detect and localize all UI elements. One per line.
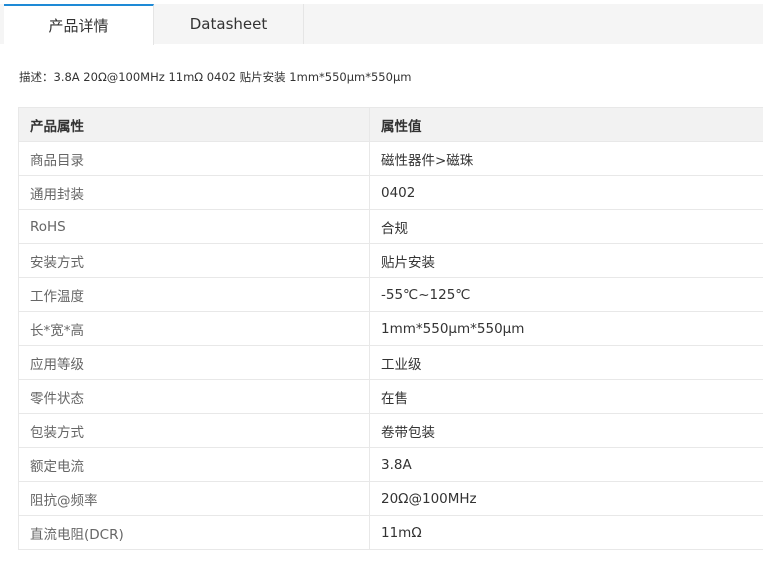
- attribute-value-cell: 贴片安装: [369, 243, 763, 278]
- header-attribute-name: 产品属性: [18, 107, 370, 142]
- attribute-value-cell: 0402: [369, 175, 763, 210]
- table-row: 长*宽*高 1mm*550μm*550μm: [18, 311, 763, 346]
- table-row: 商品目录 磁性器件>磁珠: [18, 141, 763, 176]
- description-text: 3.8A 20Ω@100MHz 11mΩ 0402 贴片安装 1mm*550μm…: [53, 70, 412, 84]
- table-row: 额定电流 3.8A: [18, 447, 763, 482]
- table-row: 工作温度 -55℃~125℃: [18, 277, 763, 312]
- table-header-row: 产品属性 属性值: [18, 107, 763, 142]
- tab-product-details[interactable]: 产品详情: [4, 4, 154, 45]
- attribute-value-cell: 11mΩ: [369, 515, 763, 550]
- table-row: 应用等级 工业级: [18, 345, 763, 380]
- attribute-value-cell: 卷带包装: [369, 413, 763, 448]
- attribute-name-cell: 包装方式: [18, 413, 370, 448]
- header-attribute-value: 属性值: [369, 107, 763, 142]
- table-row: 直流电阻(DCR) 11mΩ: [18, 515, 763, 550]
- tab-datasheet[interactable]: Datasheet: [154, 4, 304, 44]
- description-label: 描述：: [19, 70, 54, 84]
- table-row: 零件状态 在售: [18, 379, 763, 414]
- table-row: RoHS 合规: [18, 209, 763, 244]
- attribute-value-cell: 3.8A: [369, 447, 763, 482]
- table-body: 商品目录 磁性器件>磁珠 通用封装 0402 RoHS 合规 安装方式 贴片安装 工作温度 -55…: [18, 141, 763, 550]
- attribute-name-cell: 长*宽*高: [18, 311, 370, 346]
- tab-bar-filler: [304, 4, 763, 44]
- attribute-value-cell: 磁性器件>磁珠: [369, 141, 763, 176]
- attribute-value-cell: 1mm*550μm*550μm: [369, 311, 763, 346]
- tab-datasheet-label: Datasheet: [189, 15, 268, 33]
- attribute-name-cell: RoHS: [18, 209, 370, 244]
- attribute-name-cell: 工作温度: [18, 277, 370, 312]
- table-row: 包装方式 卷带包装: [18, 413, 763, 448]
- attribute-name-cell: 阻抗@频率: [18, 481, 370, 516]
- table-row: 通用封装 0402: [18, 175, 763, 210]
- table-row: 阻抗@频率 20Ω@100MHz: [18, 481, 763, 516]
- attribute-value-cell: 工业级: [369, 345, 763, 380]
- table-row: 安装方式 贴片安装: [18, 243, 763, 278]
- attribute-name-cell: 应用等级: [18, 345, 370, 380]
- attribute-name-cell: 零件状态: [18, 379, 370, 414]
- tab-bar: 产品详情 Datasheet: [0, 0, 763, 45]
- attribute-name-cell: 商品目录: [18, 141, 370, 176]
- attribute-value-cell: 20Ω@100MHz: [369, 481, 763, 516]
- attribute-name-cell: 通用封装: [18, 175, 370, 210]
- attribute-value-cell: 合规: [369, 209, 763, 244]
- attribute-value-cell: 在售: [369, 379, 763, 414]
- attribute-name-cell: 额定电流: [18, 447, 370, 482]
- attribute-name-cell: 直流电阻(DCR): [18, 515, 370, 550]
- product-attributes-table: 产品属性 属性值 商品目录 磁性器件>磁珠 通用封装 0402 RoHS 合规 安装方式 贴片…: [18, 107, 763, 550]
- tab-product-details-label: 产品详情: [48, 17, 109, 35]
- attribute-value-cell: -55℃~125℃: [369, 277, 763, 312]
- attribute-name-cell: 安装方式: [18, 243, 370, 278]
- product-description: 描述： 3.8A 20Ω@100MHz 11mΩ 0402 贴片安装 1mm*55…: [19, 69, 411, 85]
